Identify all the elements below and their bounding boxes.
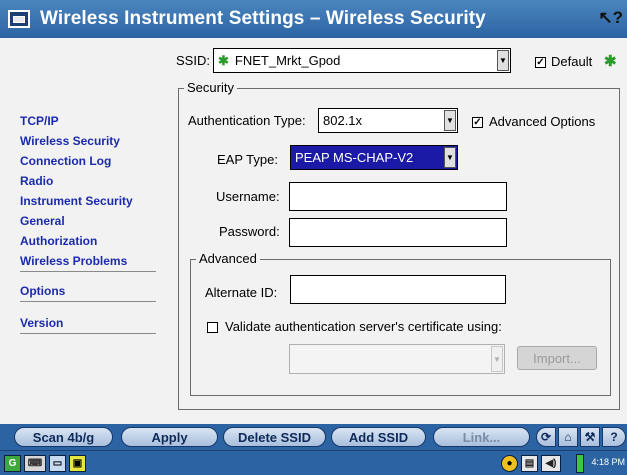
- sidebar-divider: [20, 333, 156, 334]
- eap-type-label: EAP Type:: [217, 152, 278, 167]
- home-icon[interactable]: ⌂: [558, 427, 578, 447]
- eap-type-value: PEAP MS-CHAP-V2: [295, 150, 414, 165]
- delete-ssid-button[interactable]: Delete SSID: [223, 427, 326, 447]
- link-button[interactable]: Link...: [433, 427, 530, 447]
- advanced-options-label: Advanced Options: [489, 114, 596, 129]
- username-label: Username:: [216, 189, 280, 204]
- add-ssid-button[interactable]: Add SSID: [331, 427, 426, 447]
- alternate-id-input[interactable]: [290, 275, 506, 304]
- auth-type-select[interactable]: 802.1x ▼: [318, 108, 458, 133]
- battery-icon: [576, 454, 584, 473]
- chevron-down-icon: ▼: [444, 147, 456, 168]
- default-star-icon: ✱: [604, 53, 617, 70]
- taskbar: G ⌨ ▭ ▣ ● ▤ ◀) 4:18 PM: [0, 450, 627, 475]
- security-legend: Security: [184, 80, 237, 95]
- chevron-down-icon: ▼: [444, 110, 456, 131]
- sidebar-item-connection-log[interactable]: Connection Log: [20, 154, 111, 168]
- network-star-icon: ✱: [218, 52, 229, 68]
- sidebar-divider: [20, 271, 156, 272]
- refresh-icon[interactable]: ⟳: [536, 427, 556, 447]
- validate-certificate-checkbox[interactable]: [207, 322, 218, 333]
- certificate-select[interactable]: ▼: [289, 344, 505, 374]
- network-icon[interactable]: ●: [501, 455, 518, 472]
- chevron-down-icon: ▼: [491, 346, 503, 372]
- sidebar-item-wireless-problems[interactable]: Wireless Problems: [20, 254, 127, 268]
- alternate-id-label: Alternate ID:: [205, 285, 278, 300]
- main-panel: SSID: ✱ FNET_Mrkt_Gpod ▼ ✓ Default ✱ Sec…: [168, 38, 627, 424]
- sidebar-item-version[interactable]: Version: [20, 316, 63, 330]
- help-cursor-icon[interactable]: ↖?: [598, 8, 623, 28]
- clock: 4:18 PM: [591, 457, 625, 467]
- start-icon[interactable]: G: [4, 455, 21, 472]
- validate-certificate-label: Validate authentication server's certifi…: [225, 319, 502, 334]
- bottom-toolbar: Scan 4b/g Apply Delete SSID Add SSID Lin…: [0, 424, 627, 450]
- eap-type-select[interactable]: PEAP MS-CHAP-V2 ▼: [290, 145, 458, 170]
- scan-button[interactable]: Scan 4b/g: [14, 427, 113, 447]
- title-bar: Wireless Instrument Settings – Wireless …: [0, 0, 627, 38]
- default-label: Default: [551, 54, 593, 69]
- clipboard-icon[interactable]: ▤: [521, 455, 538, 472]
- keyboard-icon[interactable]: ⌨: [24, 455, 46, 472]
- advanced-options-checkbox[interactable]: ✓: [472, 117, 483, 128]
- help-icon[interactable]: ?: [602, 427, 626, 447]
- default-checkbox[interactable]: ✓: [535, 57, 546, 68]
- sidebar-item-instrument-security[interactable]: Instrument Security: [20, 194, 133, 208]
- ssid-label: SSID:: [176, 53, 210, 68]
- import-button[interactable]: Import...: [517, 346, 597, 370]
- sidebar-item-authorization[interactable]: Authorization: [20, 234, 97, 248]
- window-icon[interactable]: ▭: [49, 455, 66, 472]
- app-icon[interactable]: ▣: [69, 455, 86, 472]
- speaker-icon[interactable]: ◀): [541, 455, 561, 472]
- ssid-select[interactable]: ✱ FNET_Mrkt_Gpod ▼: [213, 48, 511, 73]
- sidebar-item-options[interactable]: Options: [20, 284, 65, 298]
- sidebar-item-radio[interactable]: Radio: [20, 174, 53, 188]
- apply-button[interactable]: Apply: [121, 427, 218, 447]
- sidebar-item-wireless-security[interactable]: Wireless Security: [20, 134, 120, 148]
- auth-type-label: Authentication Type:: [188, 113, 306, 128]
- wrench-icon[interactable]: ⚒: [580, 427, 600, 447]
- sidebar-item-general[interactable]: General: [20, 214, 65, 228]
- advanced-legend: Advanced: [196, 251, 260, 266]
- ssid-value: FNET_Mrkt_Gpod: [234, 53, 341, 68]
- sidebar-item-tcpip[interactable]: TCP/IP: [20, 114, 59, 128]
- sidebar: TCP/IP Wireless Security Connection Log …: [0, 38, 168, 424]
- password-label: Password:: [219, 224, 280, 239]
- chevron-down-icon: ▼: [497, 50, 509, 71]
- auth-type-value: 802.1x: [323, 113, 363, 128]
- window-icon: [8, 10, 30, 28]
- username-input[interactable]: [289, 182, 507, 211]
- sidebar-divider: [20, 301, 156, 302]
- password-input[interactable]: [289, 218, 507, 247]
- window-title: Wireless Instrument Settings – Wireless …: [40, 8, 486, 29]
